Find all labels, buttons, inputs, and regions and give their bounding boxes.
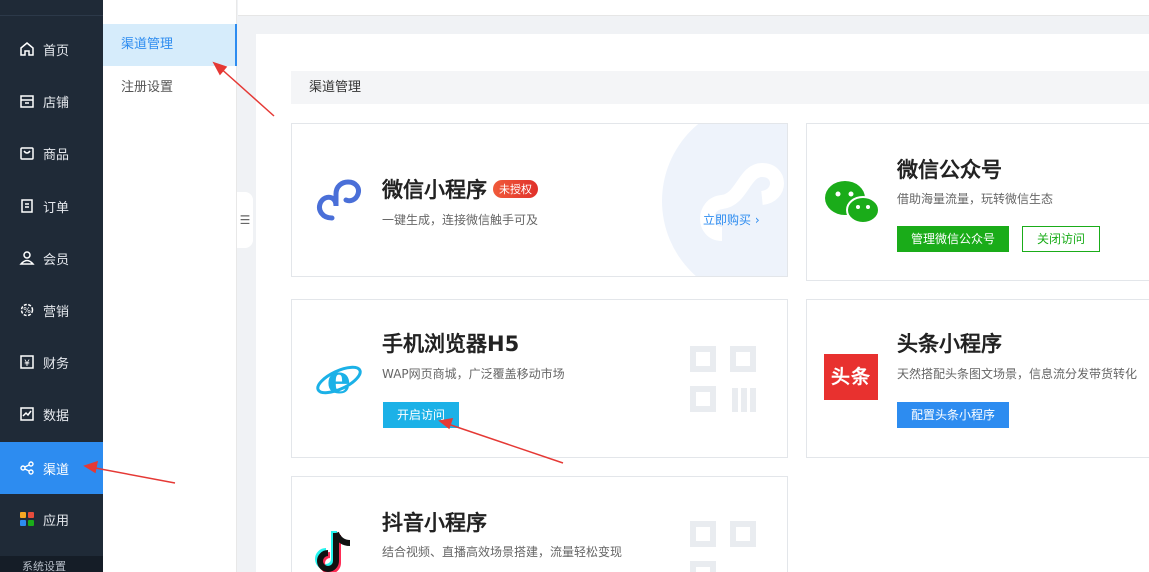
subnav-item-registration-settings[interactable]: 注册设置 xyxy=(103,67,237,109)
configure-toutiao-button[interactable]: 配置头条小程序 xyxy=(897,402,1010,428)
card-title: 手机浏览器H5 xyxy=(382,332,520,356)
card-description: 一键生成，连接微信触手可及 xyxy=(382,213,539,227)
card-douyin-mini-program: 抖音小程序 结合视频、直播高效场景搭建，流量轻松变现 xyxy=(291,476,788,572)
channel-icon xyxy=(18,459,36,477)
svg-text:e: e xyxy=(327,357,351,402)
subnav-item-channel-management[interactable]: 渠道管理 xyxy=(103,24,237,66)
svg-text:¥: ¥ xyxy=(24,359,30,369)
qr-code-icon xyxy=(690,346,758,414)
card-title: 微信小程序 未授权 xyxy=(382,174,538,204)
card-title: 头条小程序 xyxy=(897,332,1002,356)
home-icon xyxy=(18,40,36,58)
nav-item-label: 店铺 xyxy=(43,95,70,111)
card-wechat-mini-program: 微信小程序 未授权 一键生成，连接微信触手可及 立即购买 › xyxy=(291,123,788,277)
buy-now-link[interactable]: 立即购买 › xyxy=(703,211,760,228)
collapse-sidebar-button[interactable]: ☰ xyxy=(237,192,253,248)
card-description: 天然搭配头条图文场景，信息流分发带货转化 xyxy=(897,367,1138,381)
sub-sidebar: 渠道管理 注册设置 xyxy=(103,0,237,572)
card-mobile-browser-h5: e 手机浏览器H5 WAP网页商城，广泛覆盖移动市场 开启访问 xyxy=(291,299,788,458)
nav-item-orders[interactable]: 订单 xyxy=(0,181,103,231)
card-description: 结合视频、直播高效场景搭建，流量轻松变现 xyxy=(382,545,623,559)
nav-item-label: 会员 xyxy=(43,252,70,268)
nav-item-label: 商品 xyxy=(43,147,70,163)
ie-browser-logo-icon: e xyxy=(316,357,362,402)
douyin-logo-icon xyxy=(315,531,351,572)
close-access-button[interactable]: 关闭访问 xyxy=(1022,226,1101,252)
card-title: 抖音小程序 xyxy=(382,511,487,535)
goods-icon xyxy=(18,144,36,162)
mini-program-logo-icon xyxy=(317,179,361,221)
nav-item-finance[interactable]: ¥ 财务 xyxy=(0,337,103,387)
nav-item-data[interactable]: 数据 xyxy=(0,389,103,439)
nav-item-label: 财务 xyxy=(43,356,70,372)
enable-access-button[interactable]: 开启访问 xyxy=(383,402,460,428)
top-bar xyxy=(238,0,1149,16)
marketing-icon: % xyxy=(18,301,36,319)
nav-item-label: 首页 xyxy=(43,43,70,59)
qr-code-icon xyxy=(690,521,758,572)
unauthorized-badge: 未授权 xyxy=(493,180,538,198)
card-description: WAP网页商城，广泛覆盖移动市场 xyxy=(382,367,565,381)
nav-item-marketing[interactable]: % 营销 xyxy=(0,285,103,335)
menu-collapse-icon: ☰ xyxy=(239,213,251,227)
chevron-right-icon: › xyxy=(754,213,760,227)
nav-item-channel[interactable]: 渠道 xyxy=(0,442,103,494)
section-title: 渠道管理 xyxy=(291,71,1149,104)
order-icon xyxy=(18,197,36,215)
toutiao-logo-icon: 头条 xyxy=(824,354,878,400)
nav-item-label: 渠道 xyxy=(43,462,70,478)
apps-icon xyxy=(18,510,36,528)
nav-item-label: 营销 xyxy=(43,304,70,320)
nav-item-store[interactable]: 店铺 xyxy=(0,76,103,126)
card-title: 微信公众号 xyxy=(897,158,1002,182)
nav-item-apps[interactable]: 应用 xyxy=(0,494,103,544)
nav-item-goods[interactable]: 商品 xyxy=(0,128,103,178)
nav-item-members[interactable]: 会员 xyxy=(0,233,103,283)
card-toutiao-mini-program: 头条 头条小程序 天然搭配头条图文场景，信息流分发带货转化 配置头条小程序 xyxy=(806,299,1149,458)
card-wechat-official-account: 微信公众号 借助海量流量，玩转微信生态 管理微信公众号 关闭访问 xyxy=(806,123,1149,281)
main-sidebar: 首页 店铺 商品 订单 会员 % 营销 ¥ 财务 数据 渠道 应用 系统设置 xyxy=(0,0,103,572)
card-description: 借助海量流量，玩转微信生态 xyxy=(897,192,1054,206)
nav-item-settings[interactable]: 系统设置 xyxy=(0,556,103,572)
nav-item-label: 数据 xyxy=(43,408,70,424)
mini-program-watermark-icon xyxy=(662,124,787,276)
svg-text:%: % xyxy=(23,306,31,315)
nav-item-label: 应用 xyxy=(43,513,70,529)
wechat-logo-icon xyxy=(825,181,880,224)
finance-icon: ¥ xyxy=(18,353,36,371)
sidebar-logo-area xyxy=(0,0,103,16)
nav-item-label: 订单 xyxy=(43,200,70,216)
member-icon xyxy=(18,249,36,267)
data-icon xyxy=(18,405,36,423)
nav-item-home[interactable]: 首页 xyxy=(0,24,103,74)
manage-official-account-button[interactable]: 管理微信公众号 xyxy=(897,226,1010,252)
store-icon xyxy=(18,92,36,110)
